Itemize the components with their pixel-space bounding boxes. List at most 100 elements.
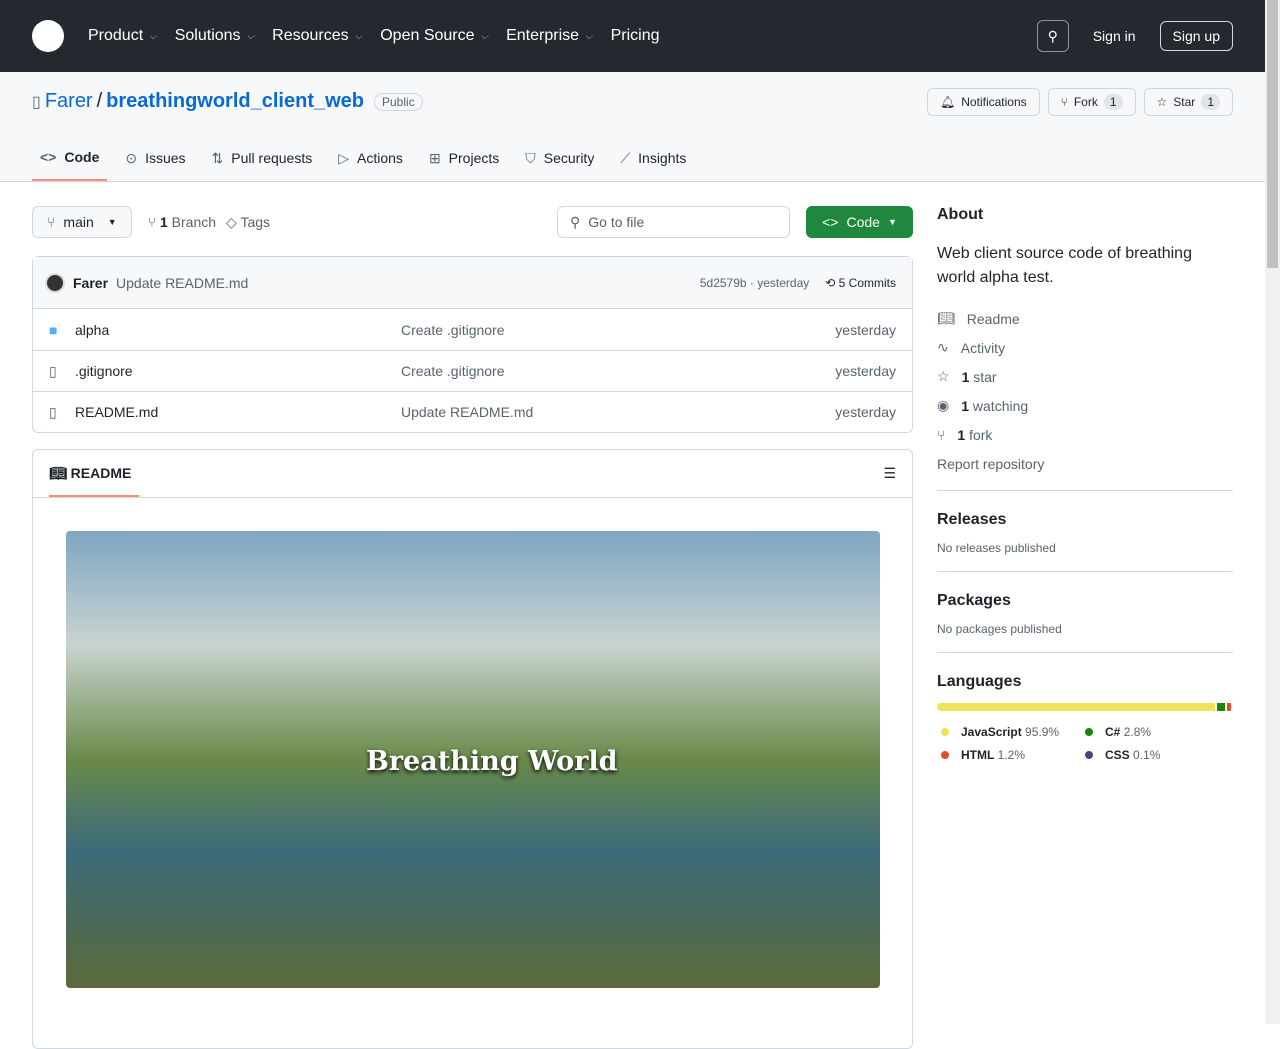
main-content: ⑂main▼ ⑂ 1 Branch ◇ Tags ⚲Go to file <>C… — [32, 206, 913, 1049]
branches-link[interactable]: ⑂ 1 Branch — [148, 214, 216, 230]
search-button[interactable]: ⚲ — [1037, 20, 1069, 52]
scrollbar[interactable] — [1265, 0, 1280, 1024]
commit-hash[interactable]: 5d2579b · yesterday — [700, 276, 809, 290]
star-button[interactable]: ☆Star1 — [1144, 88, 1233, 116]
notifications-button[interactable]: 🔔︎ Notifications — [927, 88, 1040, 116]
branch-icon: ⑂ — [148, 214, 156, 230]
file-row[interactable]: ▯README.mdUpdate README.mdyesterday — [33, 391, 912, 432]
star-count: 1 — [1201, 94, 1220, 110]
file-name[interactable]: README.md — [75, 404, 401, 420]
file-commit-message[interactable]: Create .gitignore — [401, 363, 505, 379]
tab-security[interactable]: ⛉ Security — [517, 149, 602, 181]
commit-author[interactable]: Farer — [73, 275, 108, 291]
tags-link[interactable]: ◇ Tags — [226, 214, 270, 231]
packages-text: No packages published — [937, 622, 1233, 636]
fork-icon: ⑂ — [1061, 95, 1068, 109]
global-header: Product⌵ Solutions⌵ Resources⌵ Open Sour… — [0, 0, 1280, 72]
nav-resources[interactable]: Resources⌵ — [272, 27, 362, 45]
branch-label: Branch — [172, 214, 216, 230]
file-row[interactable]: ■alphaCreate .gitignore yesterday — [33, 309, 912, 350]
tab-code[interactable]: <>Code — [32, 149, 107, 181]
branch-icon: ⑂ — [47, 214, 55, 230]
report-repository-link[interactable]: Report repository — [937, 449, 1233, 478]
tab-label: Security — [544, 150, 595, 166]
file-icon: ▯ — [49, 404, 75, 421]
fork-count: 1 — [1104, 94, 1123, 110]
readme-banner-image: Breathing World — [66, 531, 880, 988]
file-row[interactable]: ▯.gitignoreCreate .gitignoreyesterday — [33, 350, 912, 391]
github-logo-icon[interactable] — [32, 20, 64, 52]
language-bar-segment — [937, 703, 1215, 711]
fork-label: Fork — [1074, 95, 1098, 109]
outline-icon[interactable]: ☰ — [883, 465, 896, 482]
commits-link[interactable]: ⟲ 5 Commits — [825, 276, 896, 290]
readme-link[interactable]: 📖︎Readme — [937, 304, 1233, 333]
code-dropdown-button[interactable]: <>Code▼ — [806, 206, 913, 238]
fork-button[interactable]: ⑂ Fork 1 — [1048, 88, 1136, 116]
repo-name-link[interactable]: breathingworld_client_web — [106, 90, 364, 113]
watchers-link[interactable]: ◉1 watching — [937, 391, 1233, 420]
sign-up-button[interactable]: Sign up — [1160, 21, 1233, 51]
readme-tab[interactable]: 📖︎ README — [49, 451, 139, 497]
bell-icon: 🔔︎ — [940, 95, 955, 109]
owner-link[interactable]: Farer — [45, 90, 93, 113]
file-commit-message[interactable]: Update README.md — [401, 404, 533, 420]
nav-pricing[interactable]: Pricing — [611, 27, 660, 45]
notifications-label: Notifications — [961, 95, 1026, 109]
commit-message[interactable]: Update README.md — [116, 275, 248, 291]
branch-selector[interactable]: ⑂main▼ — [32, 206, 132, 238]
file-name[interactable]: .gitignore — [75, 363, 401, 379]
stars-link[interactable]: ☆1 star — [937, 362, 1233, 391]
language-item[interactable]: C# 2.8% — [1081, 721, 1221, 744]
about-title: About — [937, 206, 1233, 224]
tab-insights[interactable]: ⟋Insights — [612, 149, 694, 181]
issue-icon: ⊙ — [125, 150, 137, 167]
language-item[interactable]: CSS 0.1% — [1081, 744, 1221, 767]
file-time: yesterday — [835, 322, 896, 338]
sidebar: About Web client source code of breathin… — [937, 206, 1233, 783]
tab-pull-requests[interactable]: ⇅Pull requests — [204, 149, 321, 181]
chevron-down-icon: ⌵ — [355, 31, 363, 42]
tab-issues[interactable]: ⊙ Issues — [117, 149, 193, 181]
file-name[interactable]: alpha — [75, 322, 401, 338]
search-icon: ⚲ — [1048, 28, 1058, 45]
packages-title[interactable]: Packages — [937, 592, 1233, 610]
breadcrumb: ▯ Farer/ breathingworld_client_web Publi… — [32, 90, 423, 113]
caret-down-icon: ▼ — [888, 217, 897, 227]
fork-icon: ⑂ — [937, 427, 945, 443]
releases-title[interactable]: Releases — [937, 511, 1233, 529]
scrollbar-thumb[interactable] — [1267, 0, 1278, 268]
folder-icon: ■ — [49, 322, 75, 338]
tab-label: Projects — [449, 150, 500, 166]
language-item[interactable]: JavaScript 95.9% — [937, 721, 1081, 744]
tab-actions[interactable]: ▷Actions — [330, 149, 411, 181]
code-icon: <> — [822, 214, 838, 230]
nav-open-source[interactable]: Open Source⌵ — [380, 27, 488, 45]
forks-link[interactable]: ⑂1 fork — [937, 420, 1233, 449]
language-color-dot — [1085, 751, 1093, 759]
pulse-icon: ∿ — [937, 339, 949, 356]
about-description: Web client source code of breathing worl… — [937, 242, 1233, 290]
language-item[interactable]: HTML 1.2% — [937, 744, 1081, 767]
file-time: yesterday — [835, 363, 896, 379]
nav-product[interactable]: Product⌵ — [88, 27, 157, 45]
file-commit-message[interactable]: Create .gitignore — [401, 322, 505, 338]
go-to-file-input[interactable]: ⚲Go to file — [557, 206, 790, 238]
tab-label: Pull requests — [231, 150, 312, 166]
nav-enterprise[interactable]: Enterprise⌵ — [506, 27, 593, 45]
latest-commit: Farer Update README.md 5d2579b · yesterd… — [33, 257, 912, 309]
tab-label: Actions — [357, 150, 403, 166]
avatar[interactable] — [45, 273, 65, 293]
sign-in-link[interactable]: Sign in — [1093, 28, 1136, 44]
banner-title: Breathing World — [366, 746, 617, 777]
language-color-dot — [941, 728, 949, 736]
table-icon: ⊞ — [429, 150, 441, 167]
star-label: Star — [1173, 95, 1195, 109]
nav-solutions[interactable]: Solutions⌵ — [175, 27, 254, 45]
activity-link[interactable]: ∿Activity — [937, 333, 1233, 362]
tab-projects[interactable]: ⊞ Projects — [421, 149, 507, 181]
repo-icon: ▯ — [32, 92, 41, 112]
language-bar — [937, 703, 1233, 711]
shield-icon: ⛉ — [525, 150, 536, 167]
tab-label: Issues — [145, 150, 185, 166]
